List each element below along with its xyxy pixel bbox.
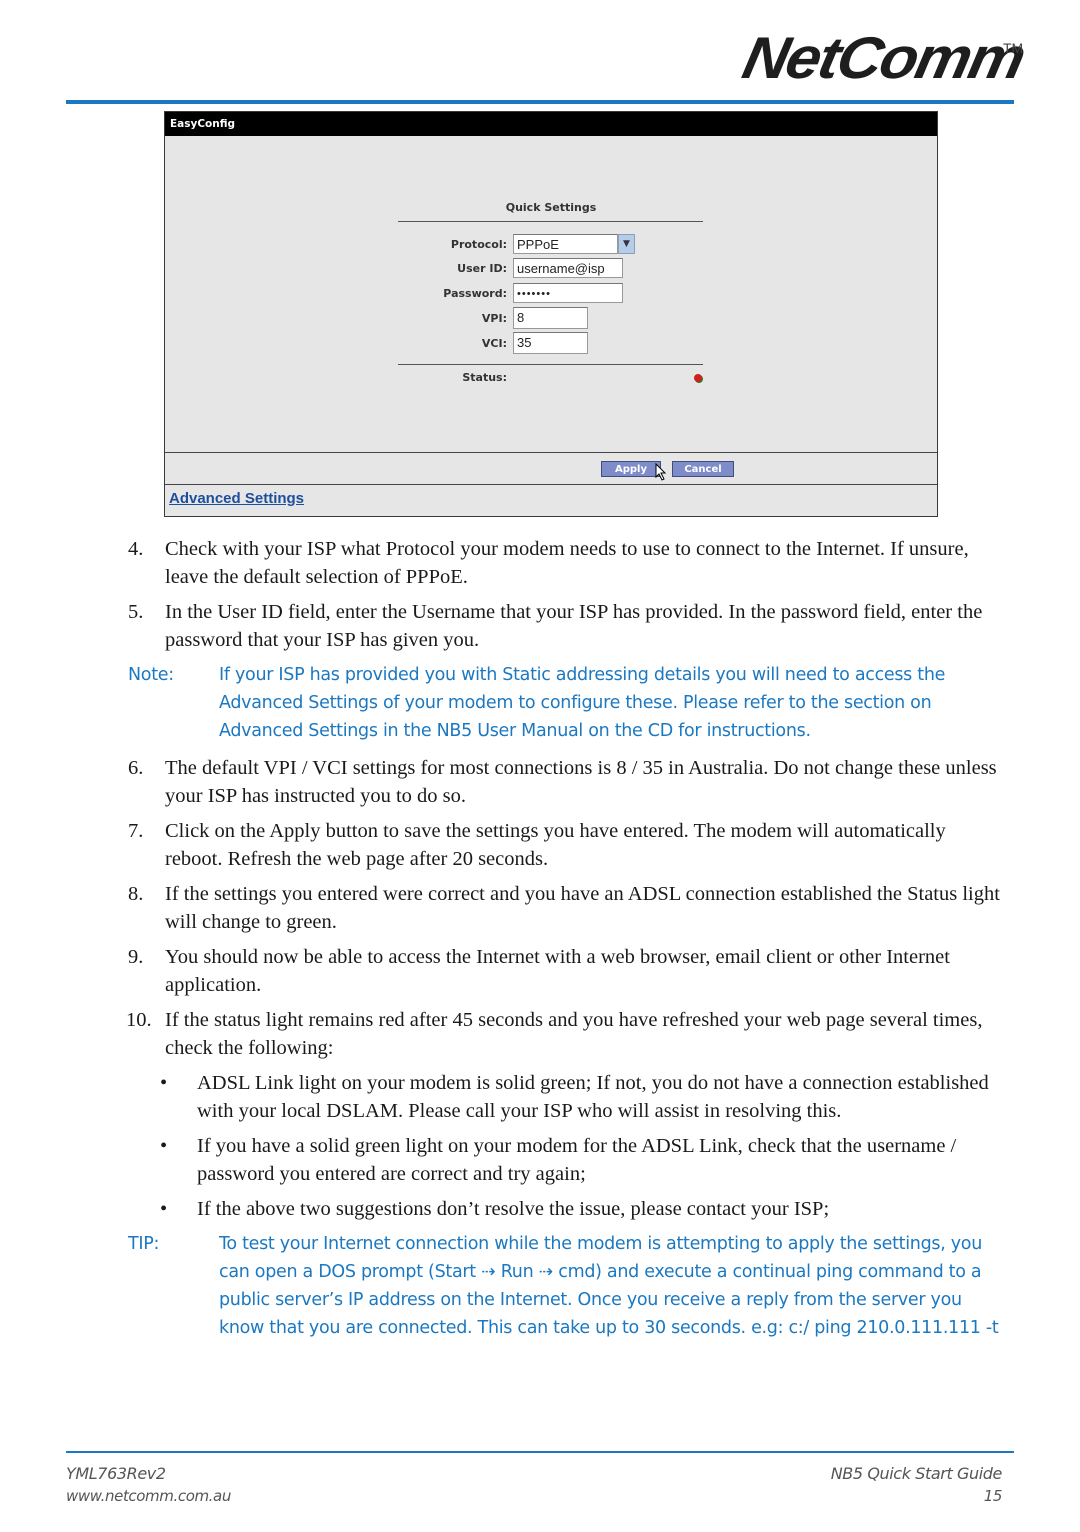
user-id-row: User ID: username@isp (395, 257, 623, 279)
divider (398, 364, 703, 365)
bullet-item: • If you have a solid green light on your… (128, 1132, 1008, 1188)
vci-row: VCI: 35 (395, 332, 588, 354)
bullet-item: • If the above two suggestions don’t reso… (128, 1195, 1008, 1223)
bullet-icon: • (160, 1198, 168, 1220)
step-item: 6. The default VPI / VCI settings for mos… (128, 757, 997, 807)
step-item: 4. Check with your ISP what Protocol your… (128, 538, 969, 588)
document-id: YML763Rev2 (66, 1464, 166, 1483)
chevron-down-icon[interactable]: ▼ (618, 234, 635, 254)
website-url: www.netcomm.com.au (66, 1487, 231, 1505)
password-row: Password: ••••••• (395, 282, 623, 304)
instructions: 4. Check with your ISP what Protocol your… (126, 535, 1008, 1351)
protocol-row: Protocol: PPPoE ▼ (395, 233, 635, 255)
bullet-icon: • (160, 1135, 168, 1157)
vpi-row: VPI: 8 (395, 307, 588, 329)
vci-input[interactable]: 35 (513, 332, 588, 354)
divider (398, 221, 703, 222)
easyconfig-screenshot: EasyConfig Quick Settings Protocol: PPPo… (164, 111, 938, 517)
vpi-label: VPI: (481, 311, 507, 325)
footer-rule (66, 1451, 1014, 1453)
user-id-input[interactable]: username@isp (513, 258, 623, 278)
mouse-cursor-icon (655, 463, 667, 481)
cancel-button[interactable]: Cancel (672, 461, 734, 477)
header-rule (66, 100, 1014, 104)
protocol-value: PPPoE (513, 234, 618, 254)
page-number: 15 (983, 1487, 1003, 1505)
protocol-select[interactable]: PPPoE ▼ (513, 234, 635, 254)
step-item: 7. Click on the Apply button to save the … (128, 820, 946, 870)
easyconfig-title-bar: EasyConfig (165, 112, 937, 136)
apply-button[interactable]: Apply (601, 461, 661, 477)
advanced-settings-link[interactable]: Advanced Settings (169, 490, 304, 507)
advanced-settings-bar: Advanced Settings (165, 484, 937, 517)
tip-callout: TIP: To test your Internet connection whi… (128, 1234, 999, 1338)
status-row: Status: (395, 366, 513, 388)
quick-settings-title: Quick Settings (505, 201, 597, 214)
netcomm-logo: NetComm (737, 25, 1030, 92)
trademark-mark: TM (1003, 40, 1024, 56)
user-id-label: User ID: (457, 261, 507, 275)
status-indicator-icon (694, 374, 702, 382)
protocol-label: Protocol: (450, 237, 507, 251)
step-item: 9. You should now be able to access the I… (128, 946, 950, 996)
vpi-input[interactable]: 8 (513, 307, 588, 329)
password-label: Password: (443, 286, 507, 300)
bullet-item: • ADSL Link light on your modem is solid … (128, 1069, 1008, 1125)
status-label: Status: (462, 370, 507, 384)
button-bar: Apply Cancel (165, 452, 937, 481)
password-input[interactable]: ••••••• (513, 283, 623, 303)
step-item: 8. If the settings you entered were corre… (128, 883, 1000, 933)
bullet-icon: • (160, 1072, 168, 1094)
guide-title: NB5 Quick Start Guide (830, 1464, 1003, 1483)
step-item: 10. If the status light remains red after… (126, 1009, 983, 1059)
note-callout: Note: If your ISP has provided you with S… (128, 665, 946, 741)
vci-label: VCI: (481, 336, 507, 350)
step-item: 5. In the User ID field, enter the Userna… (128, 601, 983, 651)
